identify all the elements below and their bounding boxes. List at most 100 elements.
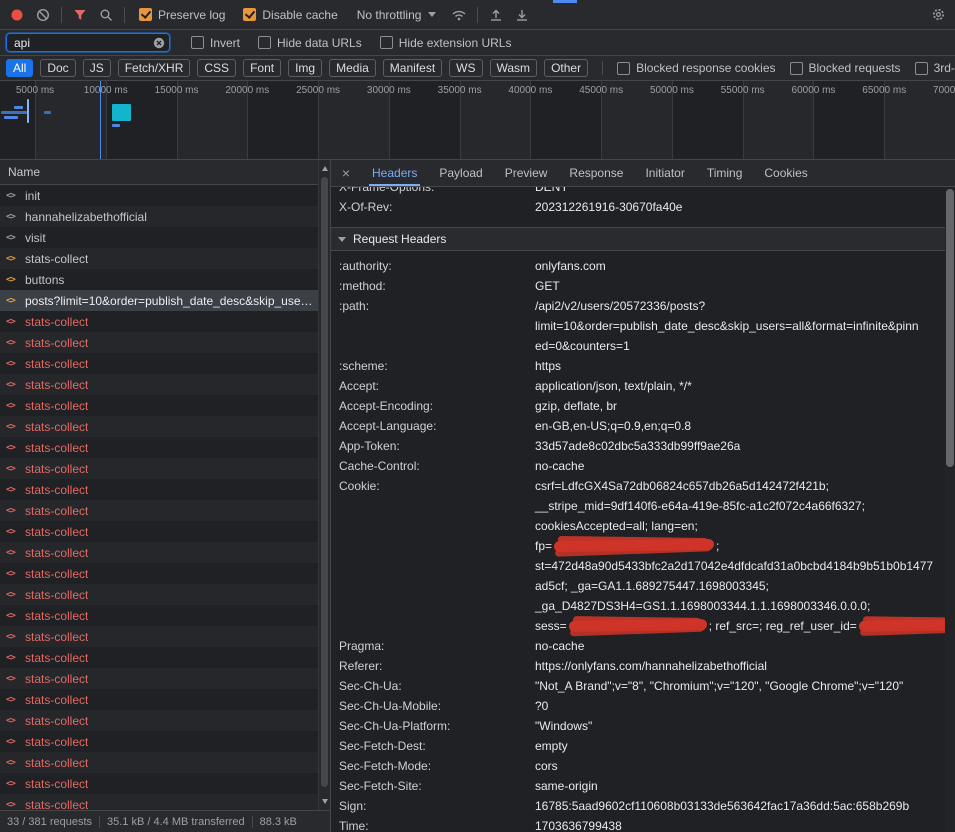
request-row[interactable]: <>stats-collect <box>0 647 318 668</box>
header-value-line: __stripe_mid=9df140f6-e64a-419e-85fc-a1c… <box>535 496 945 516</box>
redaction-scribble <box>569 619 707 632</box>
request-row[interactable]: <>stats-collect <box>0 311 318 332</box>
filter-input[interactable]: api <box>6 33 170 52</box>
type-filter-css[interactable]: CSS <box>197 59 236 77</box>
scroll-up-icon[interactable] <box>322 166 328 171</box>
script-file-icon: <> <box>6 695 20 705</box>
type-filter-fetch-xhr[interactable]: Fetch/XHR <box>118 59 191 77</box>
filter-checkbox-3rd-party-requests[interactable]: 3rd-party requests <box>915 61 955 75</box>
clear-button[interactable] <box>30 3 56 27</box>
toolbar-divider <box>602 61 603 75</box>
name-column-header[interactable]: Name <box>0 160 318 185</box>
request-row[interactable]: <>stats-collect <box>0 626 318 647</box>
request-row[interactable]: <>posts?limit=10&order=publish_date_desc… <box>0 290 318 311</box>
header-value: https://onlyfans.com/hannahelizabethoffi… <box>535 656 945 676</box>
header-name: Sec-Fetch-Mode: <box>339 756 535 776</box>
type-filter-js[interactable]: JS <box>83 59 111 77</box>
request-row[interactable]: <>stats-collect <box>0 689 318 710</box>
request-row[interactable]: <>stats-collect <box>0 500 318 521</box>
header-value-line: sess=; ref_src=; reg_ref_user_id= <box>535 616 945 636</box>
type-filter-other[interactable]: Other <box>544 59 588 77</box>
timeline-activity-bar <box>27 99 29 123</box>
filter-checkbox-blocked-response-cookies[interactable]: Blocked response cookies <box>617 61 775 75</box>
request-row[interactable]: <>stats-collect <box>0 794 318 810</box>
network-conditions-button[interactable] <box>446 3 472 27</box>
scroll-down-icon[interactable] <box>322 799 328 804</box>
filter-toggle-button[interactable] <box>67 3 93 27</box>
tab-timing[interactable]: Timing <box>696 160 754 186</box>
tab-payload[interactable]: Payload <box>428 160 493 186</box>
scrollbar-thumb[interactable] <box>321 177 328 787</box>
clear-filter-icon[interactable] <box>153 37 165 49</box>
request-row[interactable]: <>stats-collect <box>0 374 318 395</box>
checkbox-checked-icon <box>243 8 256 21</box>
timeline-selected-marker <box>100 81 101 159</box>
tab-cookies[interactable]: Cookies <box>753 160 818 186</box>
tab-headers[interactable]: Headers <box>361 160 428 186</box>
type-filter-ws[interactable]: WS <box>449 59 482 77</box>
record-button[interactable] <box>4 3 30 27</box>
type-filter-all[interactable]: All <box>6 59 33 77</box>
type-filter-font[interactable]: Font <box>243 59 281 77</box>
request-row[interactable]: <>stats-collect <box>0 395 318 416</box>
timeline-tick-label: 20000 ms <box>225 85 269 96</box>
request-row[interactable]: <>stats-collect <box>0 479 318 500</box>
tab-response[interactable]: Response <box>558 160 634 186</box>
close-details-button[interactable]: × <box>331 165 361 181</box>
request-row[interactable]: <>stats-collect <box>0 752 318 773</box>
tab-initiator[interactable]: Initiator <box>634 160 695 186</box>
type-filter-manifest[interactable]: Manifest <box>383 59 442 77</box>
script-file-icon: <> <box>6 779 20 789</box>
settings-gear-button[interactable] <box>925 3 951 27</box>
request-row[interactable]: <>stats-collect <box>0 542 318 563</box>
request-row[interactable]: <>stats-collect <box>0 332 318 353</box>
request-headers-section[interactable]: Request Headers <box>331 227 945 251</box>
type-filter-doc[interactable]: Doc <box>40 59 75 77</box>
request-row[interactable]: <>stats-collect <box>0 563 318 584</box>
preserve-log-checkbox[interactable]: Preserve log <box>139 8 225 22</box>
request-list-scrollbar[interactable] <box>318 160 330 810</box>
request-row[interactable]: <>buttons <box>0 269 318 290</box>
header-name: Cache-Control: <box>339 456 535 476</box>
header-row: Referer:https://onlyfans.com/hannaheliza… <box>331 656 945 676</box>
disable-cache-checkbox[interactable]: Disable cache <box>243 8 337 22</box>
request-row[interactable]: <>stats-collect <box>0 773 318 794</box>
request-row[interactable]: <>stats-collect <box>0 668 318 689</box>
request-row[interactable]: <>stats-collect <box>0 605 318 626</box>
invert-checkbox[interactable]: Invert <box>191 36 240 50</box>
network-overview-timeline[interactable]: 5000 ms10000 ms15000 ms20000 ms25000 ms3… <box>0 81 955 160</box>
header-name: X-Of-Rev: <box>339 197 535 217</box>
filter-checkbox-blocked-requests[interactable]: Blocked requests <box>790 61 901 75</box>
export-har-button[interactable] <box>509 3 535 27</box>
request-row[interactable]: <>stats-collect <box>0 710 318 731</box>
request-row[interactable]: <>stats-collect <box>0 437 318 458</box>
type-filter-img[interactable]: Img <box>288 59 322 77</box>
hide-extension-urls-checkbox[interactable]: Hide extension URLs <box>380 36 512 50</box>
request-row[interactable]: <>stats-collect <box>0 458 318 479</box>
header-value-line: st=472d48a90d5433bfc2a2d17042e4dfdcafd31… <box>535 556 945 576</box>
import-har-button[interactable] <box>483 3 509 27</box>
script-file-icon: <> <box>6 212 20 222</box>
tab-preview[interactable]: Preview <box>494 160 559 186</box>
timeline-tick-label: 30000 ms <box>367 85 411 96</box>
details-scrollbar[interactable] <box>945 187 955 832</box>
request-row[interactable]: <>hannahelizabethofficial <box>0 206 318 227</box>
scrollbar-thumb[interactable] <box>946 189 954 467</box>
type-filter-media[interactable]: Media <box>329 59 376 77</box>
request-row[interactable]: <>stats-collect <box>0 248 318 269</box>
type-filter-wasm[interactable]: Wasm <box>490 59 538 77</box>
request-row[interactable]: <>stats-collect <box>0 353 318 374</box>
script-file-icon: <> <box>6 632 20 642</box>
search-button[interactable] <box>93 3 119 27</box>
request-row[interactable]: <>stats-collect <box>0 416 318 437</box>
throttling-select[interactable]: No throttling <box>357 8 437 22</box>
request-name: visit <box>25 231 46 245</box>
request-row[interactable]: <>stats-collect <box>0 584 318 605</box>
toolbar-divider <box>477 7 478 23</box>
script-file-icon: <> <box>6 254 20 264</box>
hide-data-urls-checkbox[interactable]: Hide data URLs <box>258 36 362 50</box>
request-row[interactable]: <>stats-collect <box>0 521 318 542</box>
request-row[interactable]: <>visit <box>0 227 318 248</box>
request-row[interactable]: <>init <box>0 185 318 206</box>
request-row[interactable]: <>stats-collect <box>0 731 318 752</box>
